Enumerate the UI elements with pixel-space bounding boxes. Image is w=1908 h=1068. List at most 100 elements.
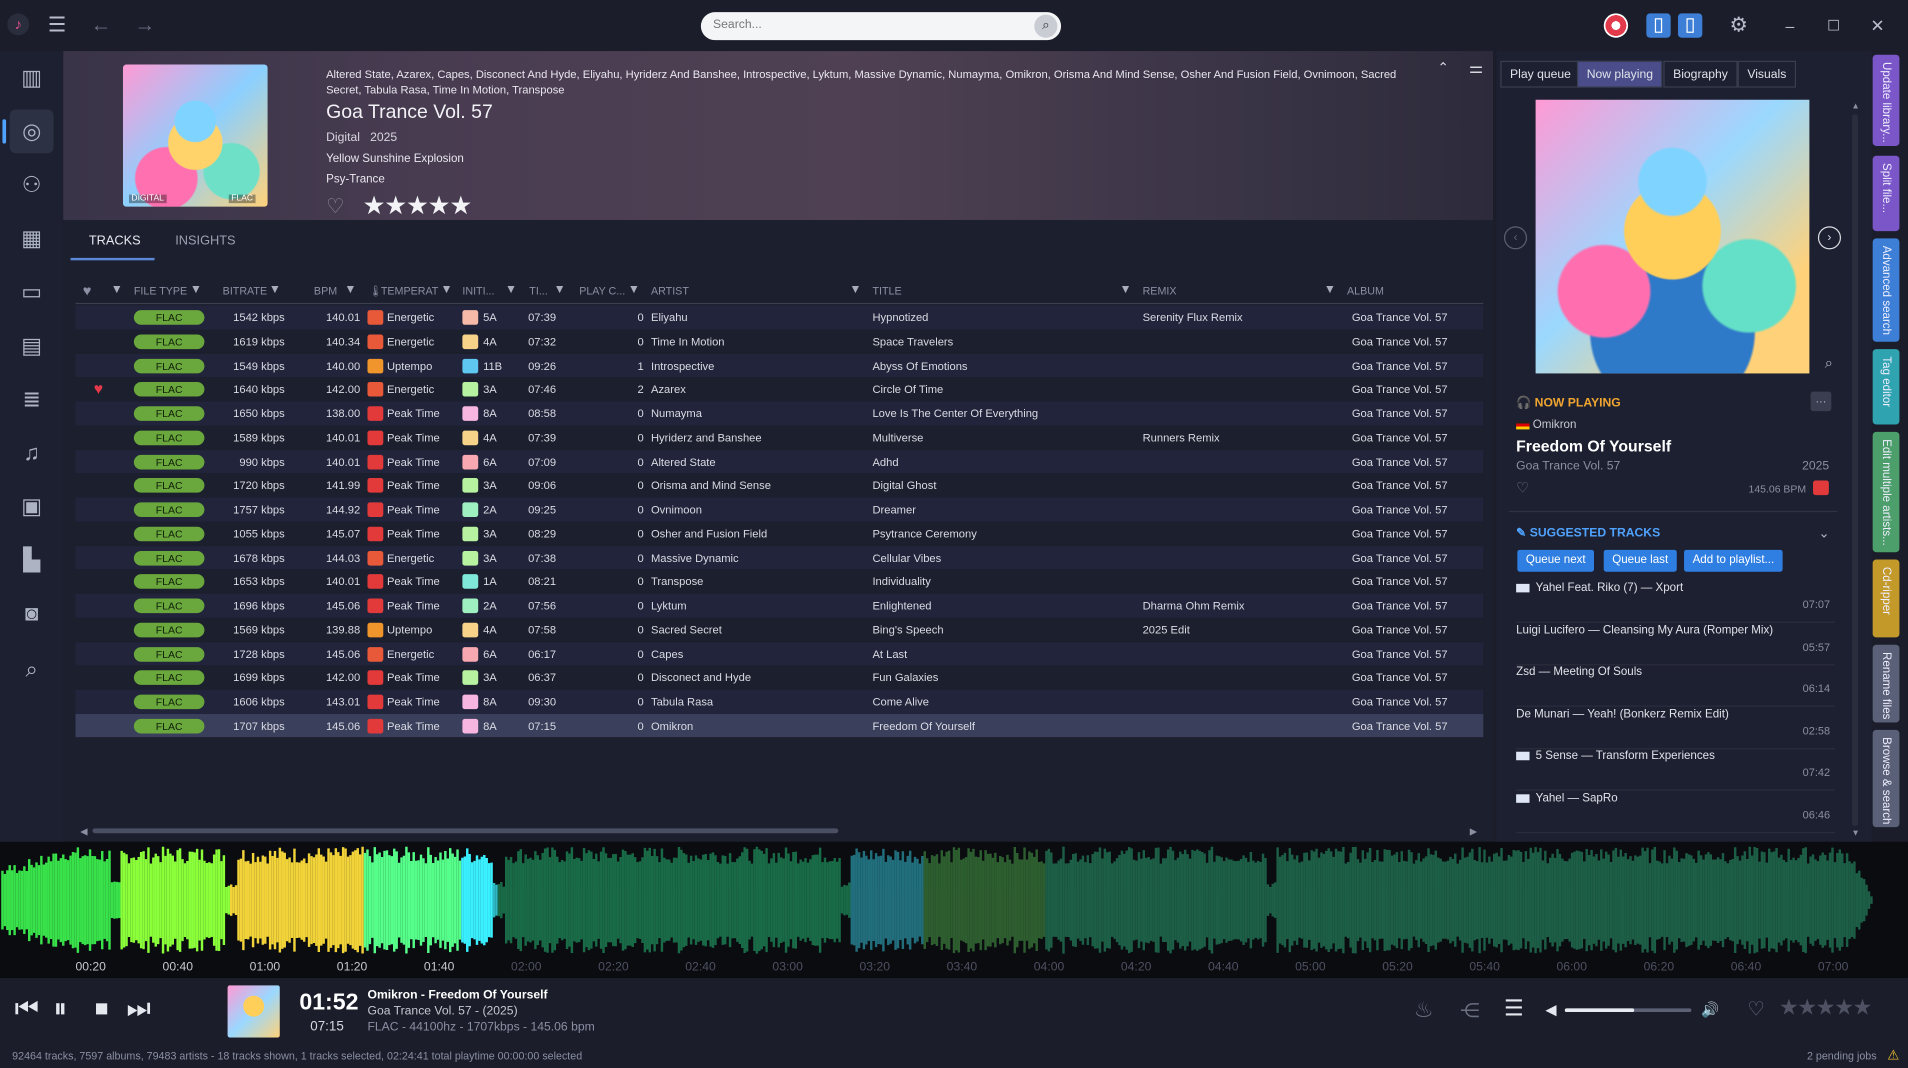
playlist-icon[interactable]: ≣: [10, 377, 54, 421]
pause-icon[interactable]: ⏸: [54, 993, 67, 1025]
player-album-line[interactable]: Goa Trance Vol. 57 - (2025): [367, 1005, 517, 1018]
artists-icon[interactable]: ⚇: [10, 163, 54, 207]
forward-arrow-icon[interactable]: →: [131, 12, 158, 39]
panel-scroll-down-icon[interactable]: ▼: [1851, 827, 1861, 839]
scroll-right-icon[interactable]: ▶: [1467, 824, 1479, 839]
col-file-type[interactable]: FILE TYPE: [134, 285, 187, 297]
col-bpm[interactable]: BPM: [314, 285, 337, 297]
library-icon[interactable]: ▥: [10, 56, 54, 100]
table-row[interactable]: ♥ FLAC 1640 kbps 142.00 Energetic 3A 07:46 2 Aza…: [75, 377, 1484, 402]
queue-last-button[interactable]: Queue last: [1603, 549, 1677, 572]
filter-icon[interactable]: ▼: [440, 283, 452, 296]
more-options-icon[interactable]: ···: [1810, 391, 1832, 412]
tab-tracks[interactable]: TRACKS: [89, 234, 141, 249]
calendar-icon[interactable]: ▣: [10, 484, 54, 528]
maximize-icon[interactable]: ☐: [1823, 15, 1845, 37]
table-row[interactable]: FLAC 1678 kbps 144.03 Energetic 3A 07:38 0 Mass…: [75, 545, 1484, 570]
col-play-count[interactable]: PLAY C...: [579, 285, 625, 297]
table-row[interactable]: FLAC 1699 kbps 142.00 Peak Time 3A 06:37 0 Disc…: [75, 665, 1484, 690]
menu-list-icon[interactable]: ☰: [1504, 996, 1524, 1022]
side-tab[interactable]: Rename files: [1872, 644, 1900, 723]
tab-now-playing[interactable]: Now playing: [1576, 60, 1663, 88]
scroll-left-icon[interactable]: ◀: [78, 824, 90, 839]
next-art-icon[interactable]: ›: [1817, 226, 1842, 250]
table-row[interactable]: FLAC 1696 kbps 145.06 Peak Time 2A 07:56 0 Lykt…: [75, 593, 1484, 618]
albums-disc-icon[interactable]: ◎: [2, 109, 54, 154]
player-track-line[interactable]: Omikron - Freedom Of Yourself: [367, 989, 547, 1002]
back-arrow-icon[interactable]: ←: [88, 12, 115, 39]
close-icon[interactable]: ✕: [1867, 15, 1889, 37]
col-temperament[interactable]: TEMPERAT: [381, 285, 438, 297]
table-row[interactable]: FLAC 1589 kbps 140.01 Peak Time 4A 07:39 0 Hyri…: [75, 425, 1484, 450]
header-settings-sliders-icon[interactable]: ⚌: [1466, 58, 1485, 77]
profile-icon[interactable]: [1603, 13, 1629, 38]
filter-icon[interactable]: ▼: [344, 283, 356, 296]
table-row[interactable]: FLAC 1653 kbps 140.01 Peak Time 1A 08:21 0 Tran…: [75, 569, 1484, 594]
right-panel-toggle-icon[interactable]: [1677, 13, 1703, 38]
horizontal-scrollbar[interactable]: [92, 828, 839, 834]
queue-next-button[interactable]: Queue next: [1517, 549, 1595, 572]
suggested-item[interactable]: Luigi Lucifero — Cleansing My Aura (Romp…: [1516, 624, 1835, 665]
suggested-item-text[interactable]: Luigi Lucifero — Cleansing My Aura (Romp…: [1516, 624, 1773, 637]
filter-icon[interactable]: ▼: [1119, 283, 1131, 296]
col-remix[interactable]: REMIX: [1143, 285, 1177, 297]
side-tab[interactable]: Browse & search: [1872, 729, 1900, 828]
np-heart-icon[interactable]: ♡: [1516, 479, 1529, 496]
labels-icon[interactable]: ▦: [10, 217, 54, 261]
side-tab[interactable]: Split file...: [1872, 155, 1900, 232]
search-input[interactable]: Search... ⌕: [700, 12, 1062, 41]
filter-icon[interactable]: ▼: [269, 283, 281, 296]
pending-jobs[interactable]: 2 pending jobs: [1807, 1050, 1877, 1062]
hamburger-menu-icon[interactable]: ☰: [44, 12, 71, 39]
col-artist[interactable]: ARTIST: [651, 285, 689, 297]
queue-icon[interactable]: ⋲: [1460, 999, 1479, 1023]
table-row[interactable]: FLAC 1720 kbps 141.99 Peak Time 3A 09:06 0 Oris…: [75, 473, 1484, 498]
tab-biography[interactable]: Biography: [1663, 60, 1738, 88]
file-music-icon[interactable]: ▤: [10, 324, 54, 368]
album-artists[interactable]: Altered State, Azarex, Capes, Disconect …: [326, 67, 1421, 97]
tab-play-queue[interactable]: Play queue: [1500, 60, 1581, 88]
tab-insights[interactable]: INSIGHTS: [175, 234, 235, 249]
np-artist-name[interactable]: Omikron: [1533, 418, 1577, 431]
filter-icon[interactable]: ▼: [628, 283, 640, 296]
album-rating-stars[interactable]: ★★★★★: [363, 191, 473, 221]
side-tab[interactable]: Advanced search: [1872, 238, 1900, 342]
stop-icon[interactable]: ⏹: [95, 993, 108, 1025]
table-row[interactable]: FLAC 1055 kbps 145.07 Peak Time 3A 08:29 0 Oshe…: [75, 521, 1484, 546]
suggested-item-text[interactable]: Zsd — Meeting Of Souls: [1516, 666, 1642, 679]
table-row[interactable]: FLAC 1757 kbps 144.92 Peak Time 2A 09:25 0 Ovni…: [75, 497, 1484, 522]
search-icon[interactable]: ⌕: [1034, 14, 1058, 38]
suggested-item[interactable]: Yahel Feat. Riko (7) — Xport 07:07: [1516, 581, 1835, 623]
now-playing-artwork[interactable]: [1535, 99, 1810, 374]
search-sidebar-icon[interactable]: ⌕: [10, 647, 54, 691]
volume-down-icon[interactable]: ◀: [1545, 1001, 1556, 1018]
previous-art-icon[interactable]: ‹: [1503, 226, 1528, 250]
monitor-icon[interactable]: ▭: [10, 270, 54, 314]
table-row[interactable]: FLAC 1707 kbps 145.06 Peak Time 8A 07:15 0 Omik…: [75, 713, 1484, 738]
album-favorite-heart-icon[interactable]: ♡: [326, 195, 345, 219]
player-artwork[interactable]: [227, 985, 280, 1038]
col-initial-key[interactable]: INITI...: [462, 285, 494, 297]
filter-icon[interactable]: ▼: [554, 283, 566, 296]
speaker-icon[interactable]: ◙: [10, 591, 54, 635]
player-rating-stars[interactable]: ★★★★★: [1779, 995, 1872, 1021]
panel-scrollbar[interactable]: [1851, 114, 1859, 826]
suggested-item-text[interactable]: 5 Sense — Transform Experiences: [1536, 750, 1715, 763]
volume-slider[interactable]: [1564, 1008, 1692, 1013]
add-to-playlist-button[interactable]: Add to playlist...: [1684, 549, 1783, 572]
table-row[interactable]: FLAC 1606 kbps 143.01 Peak Time 8A 09:30 0 Tabu…: [75, 689, 1484, 714]
suggested-item[interactable]: Zsd — Meeting Of Souls 06:14: [1516, 666, 1835, 707]
col-bitrate[interactable]: BITRATE: [223, 285, 267, 297]
warning-icon[interactable]: ⚠: [1887, 1047, 1899, 1064]
suggested-item[interactable]: 5 Sense — Transform Experiences 07:42: [1516, 750, 1835, 792]
next-track-icon[interactable]: ⏭: [127, 993, 151, 1025]
col-time[interactable]: TI...: [529, 285, 547, 297]
filter-icon[interactable]: ▼: [111, 283, 123, 296]
table-row[interactable]: FLAC 1549 kbps 140.00 Uptempo 11B 09:26 1 Intro…: [75, 353, 1484, 378]
player-heart-icon[interactable]: ♡: [1747, 997, 1764, 1021]
suggested-item-text[interactable]: Yahel — SapRo: [1536, 792, 1618, 805]
header-heart-icon[interactable]: ♥: [83, 282, 92, 299]
filter-icon[interactable]: ▼: [505, 283, 517, 296]
side-tab[interactable]: Update library...: [1872, 54, 1900, 146]
statistics-icon[interactable]: ▙: [10, 538, 54, 582]
